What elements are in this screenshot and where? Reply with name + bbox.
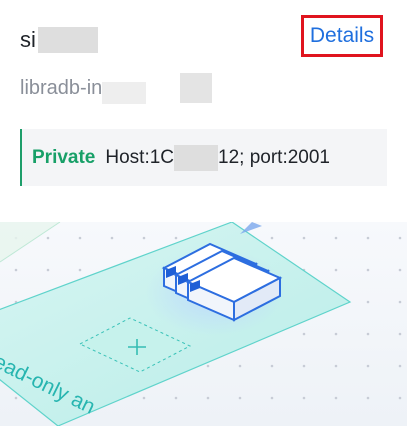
endpoint-address: Host:1C 12; port:2001: [105, 144, 330, 171]
card-header: si Details: [20, 15, 389, 64]
redacted-host: [174, 144, 219, 171]
instance-name: si: [20, 27, 98, 53]
endpoint-row: Private Host:1C 12; port:2001: [20, 129, 387, 186]
redacted-name: [37, 27, 98, 53]
details-link[interactable]: Details: [301, 15, 383, 57]
instance-card: si Details libradb-in Private Host:1C 12…: [0, 0, 407, 426]
instance-id-text: libradb-in: [20, 76, 103, 99]
endpoint-type: Private: [32, 146, 96, 168]
redacted-id: [102, 82, 147, 104]
instance-name-text: si: [20, 27, 36, 52]
instance-id: libradb-in: [20, 72, 213, 104]
endpoint-port: 12; port:2001: [218, 146, 330, 168]
endpoint-host: Host:1C: [105, 146, 175, 168]
redacted-id-2: [180, 73, 213, 103]
